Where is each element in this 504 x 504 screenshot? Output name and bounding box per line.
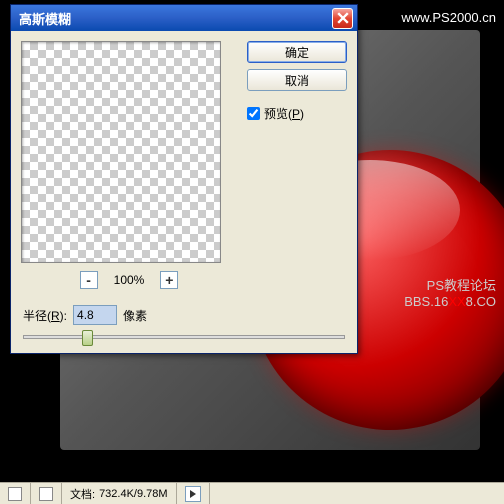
zoom-percent: 100%	[114, 273, 145, 287]
preview-canvas[interactable]	[21, 41, 221, 263]
status-doc: 文档: 732.4K/9.78M	[62, 483, 177, 504]
status-icon-2	[39, 487, 53, 501]
dialog-title: 高斯模糊	[15, 9, 332, 28]
forum-watermark: PS教程论坛 BBS.16XX8.CO	[404, 275, 496, 309]
button-column: 确定 取消 预览(P)	[247, 41, 347, 289]
radius-label: 半径(R):	[23, 307, 67, 324]
close-icon	[337, 12, 349, 24]
status-seg-2	[31, 483, 62, 504]
radius-input[interactable]	[73, 305, 117, 325]
close-button[interactable]	[332, 8, 353, 29]
status-bar: 文档: 732.4K/9.78M	[0, 482, 504, 504]
zoom-controls: - 100% +	[21, 271, 237, 289]
zoom-in-button[interactable]: +	[160, 271, 178, 289]
watermark-line2: BBS.16XX8.CO	[404, 294, 496, 309]
watermark-line1: PS教程论坛	[404, 275, 496, 294]
dialog-body: - 100% + 确定 取消 预览(P)	[11, 31, 357, 299]
radius-unit: 像素	[123, 307, 147, 324]
cancel-button[interactable]: 取消	[247, 69, 347, 91]
doc-value: 732.4K/9.78M	[99, 488, 168, 500]
zoom-out-button[interactable]: -	[80, 271, 98, 289]
radius-slider-row	[11, 335, 357, 353]
radius-slider[interactable]	[23, 335, 345, 339]
radius-row: 半径(R): 像素	[11, 299, 357, 329]
play-button[interactable]	[185, 486, 201, 502]
status-icon-1	[8, 487, 22, 501]
url-watermark: www.PS2000.cn	[401, 10, 496, 25]
preview-checkbox-row[interactable]: 预览(P)	[247, 105, 347, 122]
preview-checkbox[interactable]	[247, 107, 260, 120]
doc-label: 文档:	[70, 486, 95, 502]
gaussian-blur-dialog: 高斯模糊 - 100% + 确定 取消 预览(P) 半径(R): 像素	[10, 4, 358, 354]
preview-column: - 100% +	[21, 41, 237, 289]
dialog-titlebar[interactable]: 高斯模糊	[11, 5, 357, 31]
status-play	[177, 483, 210, 504]
preview-label: 预览(P)	[264, 105, 304, 122]
ok-button[interactable]: 确定	[247, 41, 347, 63]
status-seg-1	[0, 483, 31, 504]
slider-thumb[interactable]	[82, 330, 93, 346]
